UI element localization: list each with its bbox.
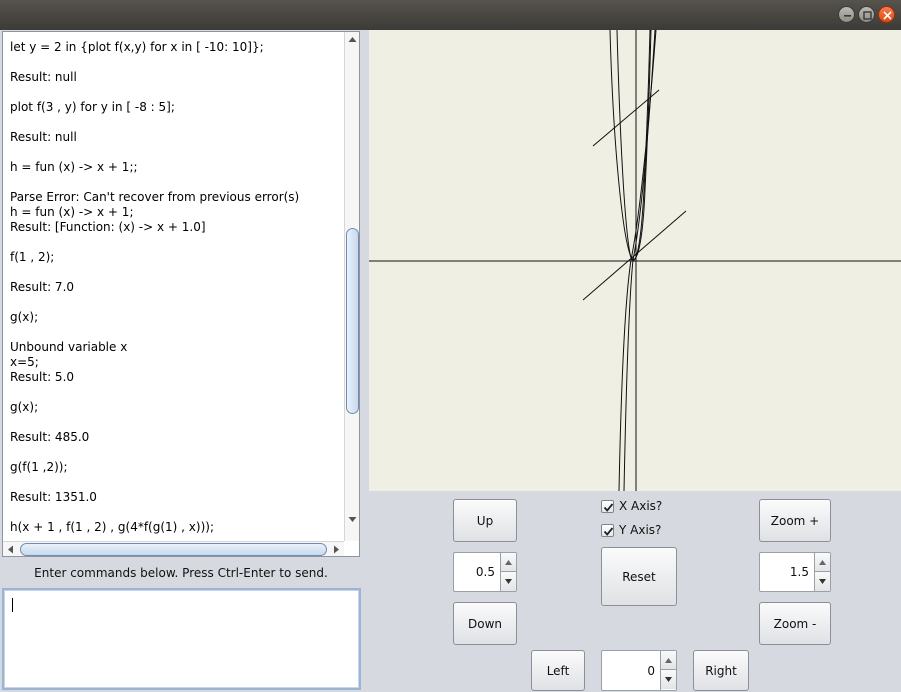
x-axis-checkbox-box[interactable]: [601, 499, 614, 513]
minimize-button[interactable]: [838, 6, 855, 23]
horizontal-scroll-thumb[interactable]: [20, 543, 327, 556]
vertical-scroll-thumb[interactable]: [346, 228, 359, 414]
scroll-up-arrow-icon[interactable]: [348, 36, 357, 43]
scroll-left-arrow-icon[interactable]: [7, 545, 14, 554]
checkmark-icon: [603, 502, 614, 512]
spin-up-arrow-icon: [665, 657, 672, 663]
parabola-curve-2: [616, 30, 651, 261]
spin-up-arrow-icon: [819, 559, 826, 565]
command-input[interactable]: [4, 590, 359, 688]
zoom-factor-spinner[interactable]: [759, 552, 831, 592]
plot-svg: [369, 30, 901, 491]
left-button[interactable]: Left: [531, 650, 585, 691]
close-button[interactable]: [878, 6, 895, 23]
y-axis-checkbox-box[interactable]: [601, 523, 614, 537]
vertical-step-input[interactable]: [454, 553, 501, 591]
x-axis-checkbox-label: X Axis?: [619, 499, 663, 513]
console-output-text: let y = 2 in {plot f(x,y) for x in [ -10…: [10, 40, 300, 534]
horizontal-offset-increment[interactable]: [661, 651, 676, 670]
zoom-factor-decrement[interactable]: [815, 572, 830, 591]
command-input-area[interactable]: [2, 588, 361, 690]
horizontal-offset-decrement[interactable]: [661, 670, 676, 689]
parabola-curve-1: [609, 30, 652, 260]
up-button[interactable]: Up: [453, 499, 517, 542]
y-axis-checkbox-label: Y Axis?: [619, 523, 662, 537]
scroll-down-arrow-icon[interactable]: [348, 516, 357, 523]
spin-down-arrow-icon: [819, 579, 826, 584]
output-console[interactable]: let y = 2 in {plot f(x,y) for x in [ -10…: [2, 31, 360, 557]
maximize-icon: [863, 11, 872, 20]
horizontal-offset-input[interactable]: [602, 651, 661, 690]
text-caret: [12, 598, 13, 612]
right-button[interactable]: Right: [693, 650, 749, 691]
console-vertical-scrollbar[interactable]: [344, 32, 359, 541]
maximize-button[interactable]: [858, 6, 875, 23]
vertical-step-spinner[interactable]: [453, 552, 517, 592]
vertical-step-decrement[interactable]: [501, 572, 516, 591]
scroll-right-arrow-icon[interactable]: [333, 545, 340, 554]
zoom-in-button[interactable]: Zoom +: [759, 499, 831, 542]
spin-down-arrow-icon: [665, 677, 672, 682]
plot-canvas[interactable]: [369, 30, 901, 491]
x-axis-checkbox[interactable]: X Axis?: [601, 499, 662, 513]
vertical-step-increment[interactable]: [501, 553, 516, 572]
down-button[interactable]: Down: [453, 602, 517, 645]
console-horizontal-scrollbar[interactable]: [3, 541, 344, 556]
close-icon: [883, 11, 892, 20]
zoom-factor-increment[interactable]: [815, 553, 830, 572]
window-titlebar: [0, 0, 901, 30]
input-hint-label: Enter commands below. Press Ctrl-Enter t…: [34, 566, 328, 580]
spin-up-arrow-icon: [505, 559, 512, 565]
zoom-out-button[interactable]: Zoom -: [759, 602, 831, 645]
y-axis-checkbox[interactable]: Y Axis?: [601, 523, 661, 537]
reset-button[interactable]: Reset: [601, 547, 677, 606]
horizontal-offset-spinner[interactable]: [601, 650, 677, 691]
spin-down-arrow-icon: [505, 579, 512, 584]
minimize-icon: [844, 15, 851, 17]
tangent-line-lower: [582, 210, 687, 301]
zoom-factor-input[interactable]: [760, 553, 815, 591]
checkmark-icon: [603, 526, 614, 536]
